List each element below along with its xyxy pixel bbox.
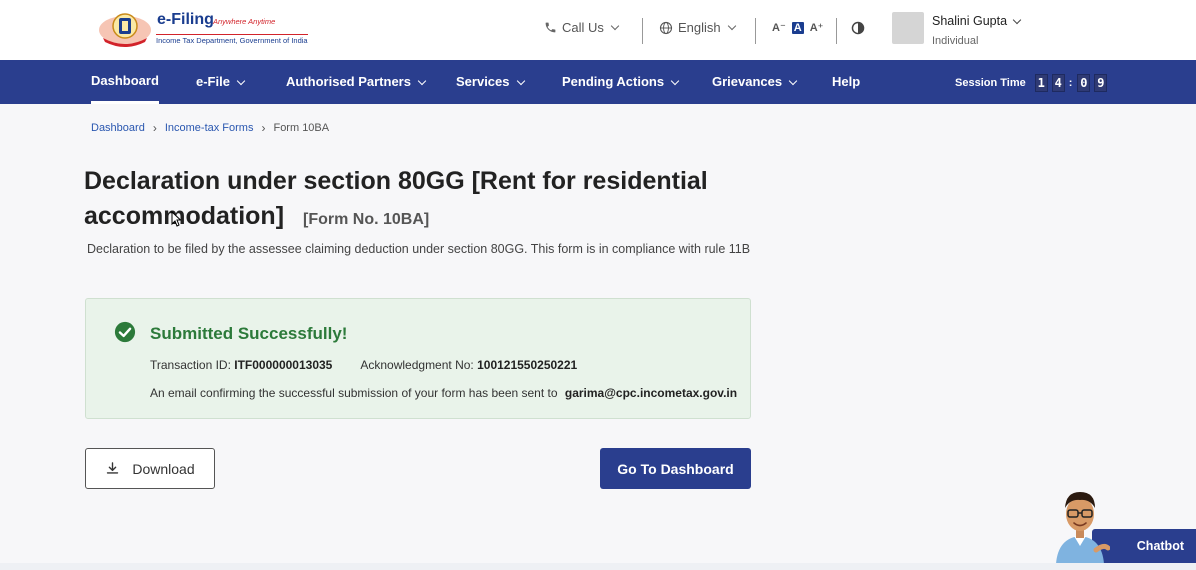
- download-label: Download: [132, 460, 195, 477]
- breadcrumb-dashboard[interactable]: Dashboard: [91, 122, 145, 134]
- main-nav: Dashboard e-File Authorised Partners Ser…: [0, 60, 1196, 104]
- nav-label: Authorised Partners: [286, 74, 411, 89]
- font-size-controls: A⁻ A A⁺: [772, 21, 823, 34]
- emblem-icon: [99, 13, 151, 47]
- user-role: Individual: [932, 35, 979, 47]
- session-timer: Session Time 1 4 : 0 9: [955, 74, 1108, 92]
- font-increase-button[interactable]: A⁺: [810, 21, 824, 34]
- chevron-down-icon: [236, 76, 246, 85]
- nav-label: Dashboard: [91, 72, 159, 88]
- call-us-dropdown[interactable]: Call Us: [544, 20, 620, 35]
- header-divider: [642, 18, 643, 44]
- session-label: Session Time: [955, 77, 1026, 89]
- page-description: Declaration to be filed by the assessee …: [87, 242, 751, 256]
- contrast-icon[interactable]: [851, 21, 865, 35]
- email-confirmation: An email confirming the successful submi…: [150, 386, 737, 400]
- chevron-right-icon: ›: [261, 121, 266, 135]
- transaction-details: Transaction ID: ITF000000013035 Acknowle…: [150, 358, 577, 372]
- top-header: e-Filing Anywhere Anytime Income Tax Dep…: [0, 0, 1196, 60]
- download-icon: [107, 462, 119, 474]
- session-digit: 0: [1077, 74, 1091, 92]
- header-divider: [755, 18, 756, 44]
- download-button[interactable]: Download: [85, 448, 215, 489]
- acknowledgment-label: Acknowledgment No:: [360, 358, 474, 372]
- success-panel: Submitted Successfully! Transaction ID: …: [85, 298, 751, 419]
- chevron-down-icon: [727, 21, 736, 31]
- header-divider: [836, 18, 837, 44]
- breadcrumb-current: Form 10BA: [273, 122, 330, 134]
- user-avatar[interactable]: [892, 12, 924, 44]
- check-circle-icon: [114, 321, 136, 343]
- globe-icon: [659, 21, 673, 34]
- language-label: English: [678, 20, 721, 35]
- nav-label: Pending Actions: [562, 74, 665, 89]
- breadcrumb: Dashboard › Income-tax Forms › Form 10BA: [91, 121, 329, 135]
- nav-efile[interactable]: e-File: [196, 60, 246, 104]
- mouse-cursor-icon: [171, 211, 181, 227]
- chevron-right-icon: ›: [152, 121, 157, 135]
- nav-label: Grievances: [712, 74, 783, 89]
- session-digit: 9: [1094, 74, 1108, 92]
- nav-help[interactable]: Help: [832, 60, 860, 104]
- page-title: Declaration under section 80GG [Rent for…: [84, 164, 784, 237]
- chatbot-avatar-icon[interactable]: [1050, 486, 1110, 564]
- acknowledgment-no: Acknowledgment No: 100121550250221: [360, 358, 577, 372]
- nav-authorised-partners[interactable]: Authorised Partners: [286, 60, 427, 104]
- logo-title: e-Filing: [157, 11, 214, 28]
- session-digit: 4: [1051, 74, 1065, 92]
- language-dropdown[interactable]: English: [659, 20, 736, 35]
- transaction-id-value: ITF000000013035: [234, 358, 333, 372]
- nav-grievances[interactable]: Grievances: [712, 60, 798, 104]
- breadcrumb-income-tax-forms[interactable]: Income-tax Forms: [165, 122, 254, 134]
- nav-label: Services: [456, 74, 510, 89]
- acknowledgment-value: 100121550250221: [477, 358, 578, 372]
- chevron-down-icon: [610, 21, 620, 31]
- nav-label: e-File: [196, 74, 230, 89]
- chevron-down-icon: [670, 76, 680, 85]
- logo-subtitle: Income Tax Department, Government of Ind…: [156, 34, 308, 45]
- nav-dashboard[interactable]: Dashboard: [91, 60, 159, 104]
- font-normal-button[interactable]: A: [791, 21, 804, 34]
- go-to-dashboard-button[interactable]: Go To Dashboard: [600, 448, 751, 489]
- phone-icon: [545, 22, 556, 33]
- form-number: [Form No. 10BA]: [302, 211, 430, 228]
- font-decrease-button[interactable]: A⁻: [772, 21, 786, 34]
- chevron-down-icon: [1012, 15, 1022, 24]
- chevron-down-icon: [516, 76, 525, 85]
- chevron-down-icon: [788, 76, 798, 85]
- transaction-id: Transaction ID: ITF000000013035: [150, 358, 332, 372]
- logo-tagline: Anywhere Anytime: [213, 17, 276, 26]
- success-title: Submitted Successfully!: [150, 324, 348, 343]
- user-menu[interactable]: Shalini Gupta: [932, 14, 1022, 28]
- page-footer-strip: [0, 563, 1196, 570]
- session-digit: 1: [1034, 74, 1048, 92]
- call-us-label: Call Us: [562, 20, 604, 35]
- email-text: An email confirming the successful submi…: [150, 386, 558, 400]
- nav-label: Help: [832, 74, 861, 89]
- nav-services[interactable]: Services: [456, 60, 525, 104]
- transaction-id-label: Transaction ID:: [150, 358, 231, 372]
- efiling-logo[interactable]: e-Filing Anywhere Anytime Income Tax Dep…: [97, 8, 308, 48]
- user-name: Shalini Gupta: [932, 14, 1008, 28]
- email-address: garima@cpc.incometax.gov.in: [564, 386, 738, 400]
- nav-pending-actions[interactable]: Pending Actions: [562, 60, 680, 104]
- session-colon: :: [1068, 77, 1073, 89]
- chevron-down-icon: [417, 76, 427, 85]
